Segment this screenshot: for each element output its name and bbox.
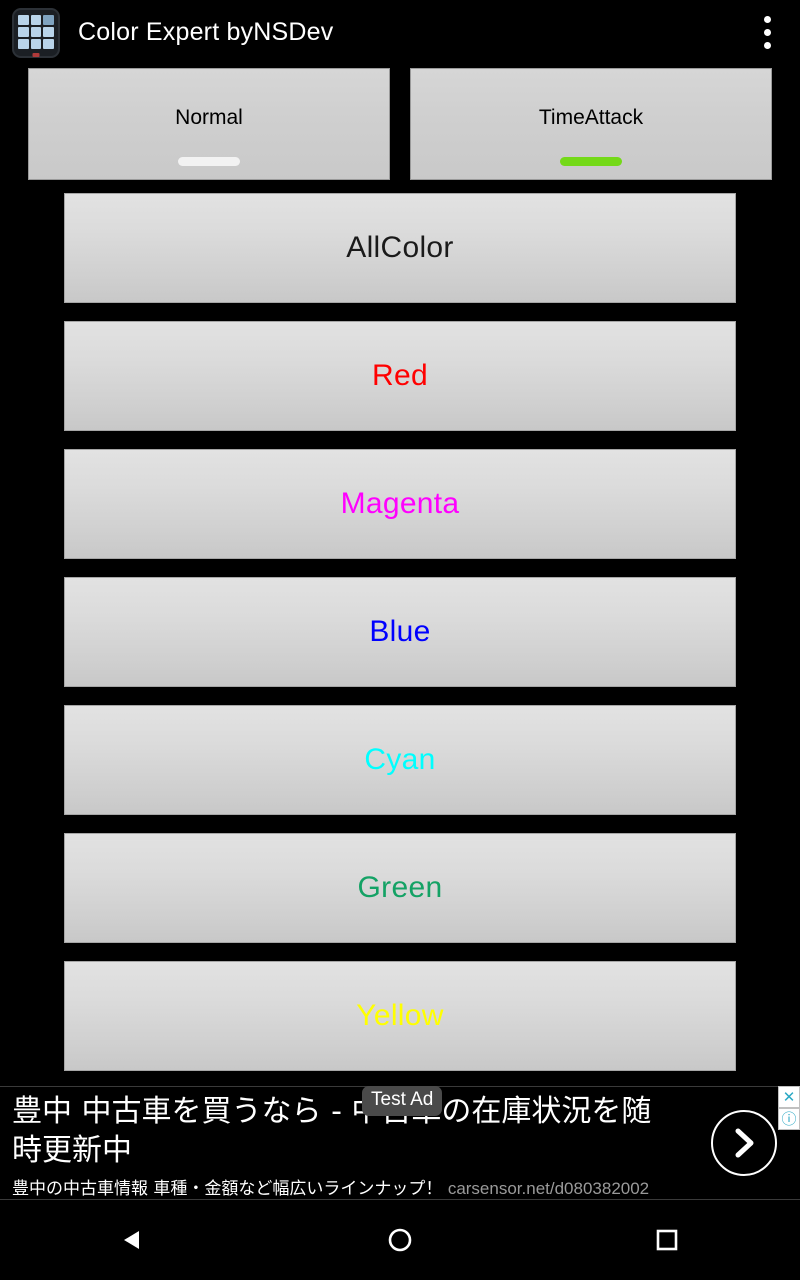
tab-normal-label: Normal: [175, 106, 243, 129]
button-label: Red: [372, 359, 428, 392]
icon-cell: [43, 14, 54, 25]
test-ad-badge: Test Ad: [362, 1086, 443, 1116]
icon-nub: [32, 52, 40, 57]
tab-normal-indicator: [178, 157, 240, 166]
button-label: AllColor: [346, 231, 454, 264]
icon-cell: [30, 26, 42, 38]
ad-next-arrow-icon[interactable]: [711, 1110, 777, 1176]
icon-cell: [18, 14, 29, 25]
android-nav-bar: [0, 1200, 800, 1280]
icon-cell: [43, 39, 54, 50]
button-green[interactable]: Green: [64, 833, 736, 943]
more-options-icon[interactable]: [756, 10, 778, 56]
mode-tab-strip: Normal TimeAttack: [0, 68, 800, 180]
back-button[interactable]: [78, 1200, 188, 1280]
ad-headline: 豊中 中古車を買うなら - 中古車の在庫状況を随時更新中: [12, 1094, 652, 1168]
button-label: Yellow: [356, 999, 444, 1032]
dot: [763, 42, 771, 49]
button-yellow[interactable]: Yellow: [64, 961, 736, 1071]
icon-cell: [18, 39, 29, 50]
button-label: Green: [357, 871, 443, 904]
button-label: Blue: [369, 615, 431, 648]
icon-cell: [30, 14, 42, 25]
tab-timeattack-label: TimeAttack: [538, 106, 644, 129]
icon-cell: [43, 26, 54, 38]
ad-corner-controls: ✕ ⓘ: [778, 1086, 800, 1130]
button-magenta[interactable]: Magenta: [64, 449, 736, 559]
dot: [763, 16, 771, 23]
button-label: Cyan: [364, 743, 436, 776]
home-button[interactable]: [345, 1200, 455, 1280]
color-mode-list: AllColor Red Magenta Blue Cyan Green Yel…: [0, 193, 800, 1089]
button-allcolor[interactable]: AllColor: [64, 193, 736, 303]
button-blue[interactable]: Blue: [64, 577, 736, 687]
button-cyan[interactable]: Cyan: [64, 705, 736, 815]
ad-subtext-text: 豊中の中古車情報 車種・金額など幅広いラインナップ！: [12, 1179, 443, 1199]
app-bar: Color Expert byNSDev: [0, 0, 800, 65]
button-label: Magenta: [340, 487, 460, 520]
ad-url[interactable]: carsensor.net/d080382002: [448, 1179, 649, 1198]
icon-cell: [30, 39, 42, 50]
ad-subtext: 豊中の中古車情報 車種・金額など幅広いラインナップ！ carsensor.net…: [12, 1174, 649, 1199]
button-red[interactable]: Red: [64, 321, 736, 431]
tab-timeattack-indicator: [560, 157, 622, 166]
tab-timeattack[interactable]: TimeAttack: [410, 68, 772, 180]
tab-normal[interactable]: Normal: [28, 68, 390, 180]
dot: [763, 29, 771, 36]
close-icon[interactable]: ✕: [778, 1086, 800, 1108]
page-title: Color Expert byNSDev: [78, 18, 334, 46]
recents-button[interactable]: [612, 1200, 722, 1280]
info-icon[interactable]: ⓘ: [778, 1108, 800, 1130]
app-grid-icon: [12, 7, 60, 58]
icon-cell: [18, 26, 29, 38]
